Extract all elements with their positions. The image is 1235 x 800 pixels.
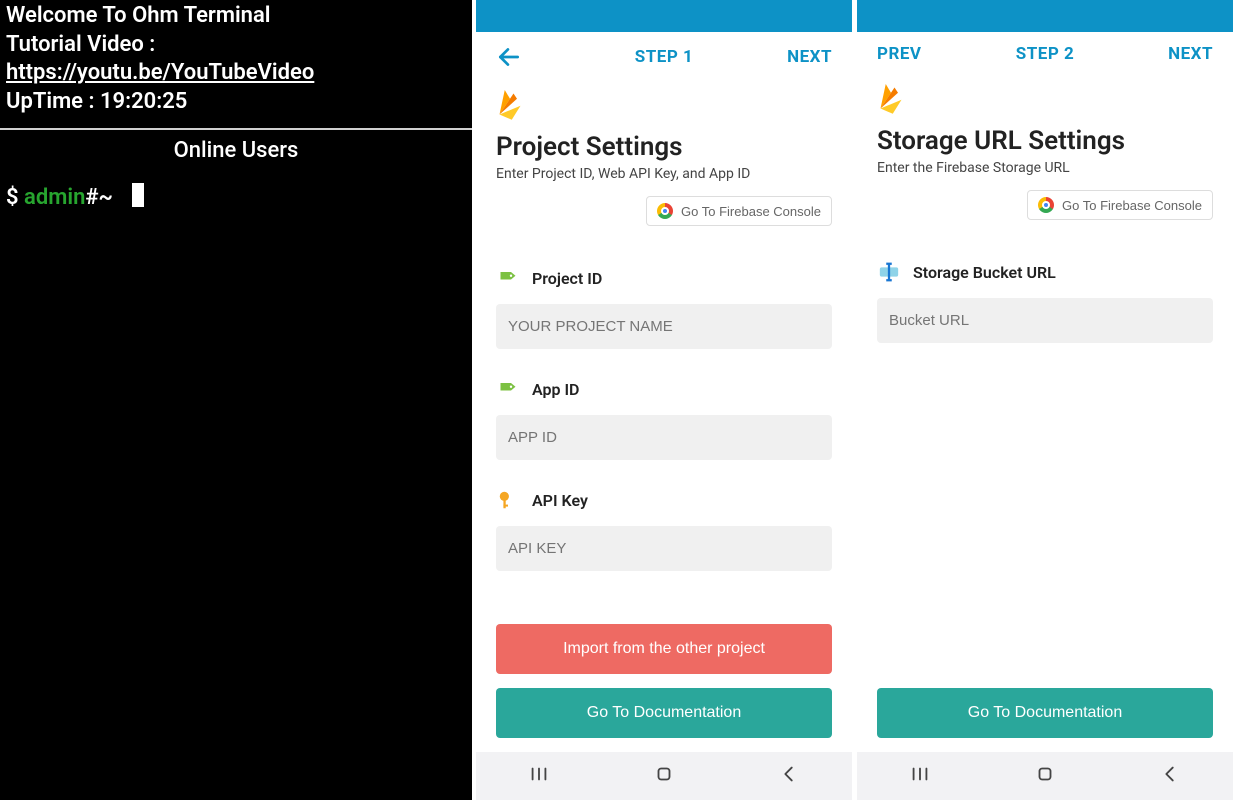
terminal-welcome: Welcome To Ohm Terminal bbox=[6, 2, 466, 31]
text-cursor-icon bbox=[877, 260, 901, 284]
firebase-console-label: Go To Firebase Console bbox=[1062, 198, 1202, 213]
system-nav bbox=[476, 752, 852, 800]
phone-step2: PREV STEP 2 NEXT Storage URL Settings En… bbox=[853, 0, 1233, 800]
recents-icon[interactable] bbox=[909, 763, 931, 789]
step-label: STEP 2 bbox=[947, 44, 1143, 64]
api-key-label-row: API Key bbox=[496, 488, 832, 512]
cursor-icon bbox=[132, 183, 144, 207]
terminal-divider bbox=[0, 128, 472, 130]
project-id-input[interactable] bbox=[496, 304, 832, 349]
terminal-intro: Welcome To Ohm Terminal Tutorial Video :… bbox=[0, 0, 472, 126]
import-button[interactable]: Import from the other project bbox=[496, 624, 832, 674]
page-title: Project Settings bbox=[496, 132, 832, 162]
bucket-url-input[interactable] bbox=[877, 298, 1213, 343]
status-bar bbox=[476, 0, 852, 32]
project-id-label: Project ID bbox=[532, 269, 602, 288]
key-icon bbox=[496, 488, 520, 512]
firebase-console-button[interactable]: Go To Firebase Console bbox=[646, 196, 832, 226]
nav-row-step2: PREV STEP 2 NEXT bbox=[857, 32, 1233, 74]
terminal-prompt[interactable]: $ admin#~ bbox=[0, 173, 472, 220]
bucket-label-row: Storage Bucket URL bbox=[877, 260, 1213, 284]
firebase-icon bbox=[496, 86, 832, 126]
terminal-tutorial-link[interactable]: https://youtu.be/YouTubeVideo bbox=[6, 60, 314, 85]
firebase-icon bbox=[877, 80, 1213, 120]
prompt-dollar: $ bbox=[6, 185, 19, 210]
back-icon[interactable] bbox=[778, 763, 800, 789]
arrow-left-icon bbox=[496, 44, 522, 70]
next-button[interactable]: NEXT bbox=[1143, 44, 1213, 64]
app-id-input[interactable] bbox=[496, 415, 832, 460]
back-icon[interactable] bbox=[1159, 763, 1181, 789]
terminal-tutorial-label: Tutorial Video : bbox=[6, 31, 466, 60]
page-subtitle: Enter Project ID, Web API Key, and App I… bbox=[496, 166, 832, 182]
page-title: Storage URL Settings bbox=[877, 126, 1213, 156]
nav-row-step1: STEP 1 NEXT bbox=[476, 32, 852, 80]
prev-button[interactable]: PREV bbox=[877, 44, 947, 64]
api-key-label: API Key bbox=[532, 491, 588, 510]
docs-button[interactable]: Go To Documentation bbox=[877, 688, 1213, 738]
prompt-hash: #~ bbox=[85, 185, 113, 210]
app-id-label-row: App ID bbox=[496, 377, 832, 401]
phone-step1: STEP 1 NEXT Project Settings Enter Proje… bbox=[472, 0, 852, 800]
next-button[interactable]: NEXT bbox=[762, 47, 832, 67]
project-id-label-row: Project ID bbox=[496, 266, 832, 290]
terminal-panel: Welcome To Ohm Terminal Tutorial Video :… bbox=[0, 0, 472, 800]
api-key-input[interactable] bbox=[496, 526, 832, 571]
tag-icon bbox=[496, 266, 520, 290]
system-nav bbox=[857, 752, 1233, 800]
terminal-uptime: UpTime : 19:20:25 bbox=[6, 88, 466, 117]
content-step2: Storage URL Settings Enter the Firebase … bbox=[857, 74, 1233, 752]
tag-icon bbox=[496, 377, 520, 401]
step-label: STEP 1 bbox=[566, 47, 762, 67]
chrome-icon bbox=[657, 203, 673, 219]
firebase-console-button[interactable]: Go To Firebase Console bbox=[1027, 190, 1213, 220]
status-bar bbox=[857, 0, 1233, 32]
bucket-label: Storage Bucket URL bbox=[913, 263, 1056, 282]
chrome-icon bbox=[1038, 197, 1054, 213]
recents-icon[interactable] bbox=[528, 763, 550, 789]
home-icon[interactable] bbox=[653, 763, 675, 789]
back-button[interactable] bbox=[496, 44, 566, 70]
terminal-section-title: Online Users bbox=[0, 134, 472, 173]
prompt-user: admin bbox=[24, 185, 85, 210]
app-id-label: App ID bbox=[532, 380, 579, 399]
home-icon[interactable] bbox=[1034, 763, 1056, 789]
firebase-console-label: Go To Firebase Console bbox=[681, 204, 821, 219]
page-subtitle: Enter the Firebase Storage URL bbox=[877, 160, 1213, 176]
content-step1: Project Settings Enter Project ID, Web A… bbox=[476, 80, 852, 752]
docs-button[interactable]: Go To Documentation bbox=[496, 688, 832, 738]
